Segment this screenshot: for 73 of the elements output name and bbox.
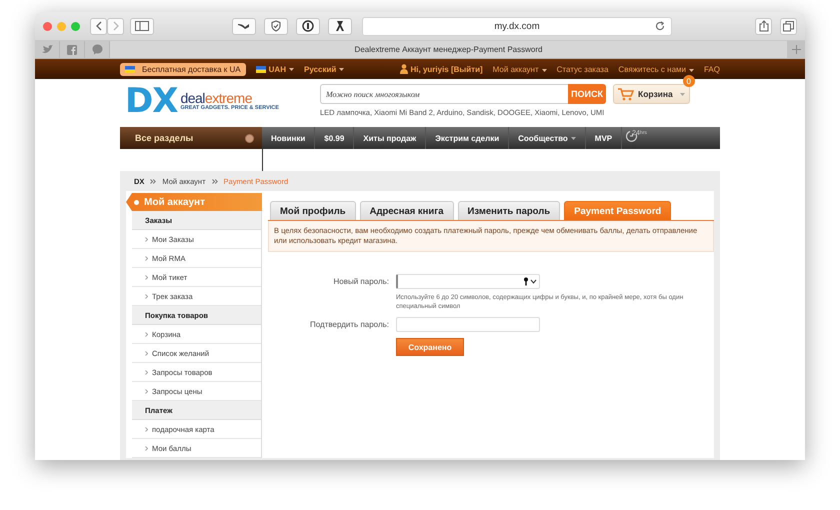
double-chevron-icon xyxy=(150,178,156,184)
double-chevron-icon xyxy=(212,178,218,184)
tab[interactable]: Адресная книга xyxy=(360,201,454,220)
nav-item[interactable]: MVP xyxy=(586,127,622,149)
selector-link[interactable]: Русский xyxy=(304,64,344,74)
extension-button[interactable] xyxy=(232,18,256,34)
nav-item[interactable]: Сообщество xyxy=(509,127,586,149)
top-link[interactable]: Статус заказа xyxy=(556,64,608,74)
plus-icon xyxy=(792,45,800,54)
password-button[interactable] xyxy=(296,18,320,34)
cart-icon xyxy=(618,88,634,100)
top-link[interactable]: FAQ xyxy=(704,64,720,74)
caret-icon xyxy=(339,68,344,70)
caret-icon xyxy=(688,68,694,72)
sidebar-title-banner: Мой аккаунт xyxy=(126,193,262,211)
greeting-link[interactable]: Hi, yuriyis [Выйти] xyxy=(400,64,483,74)
extension-button[interactable] xyxy=(328,18,352,34)
chevron-icon xyxy=(145,446,148,450)
bird-icon xyxy=(42,45,52,54)
shield-icon xyxy=(271,20,281,32)
caret-icon xyxy=(570,136,576,140)
chevron-icon xyxy=(145,370,148,374)
sidebar-icon xyxy=(135,21,149,31)
reload-icon[interactable] xyxy=(655,20,665,30)
share-icon xyxy=(758,20,768,32)
chevron-icon xyxy=(145,256,148,260)
all-sections-button[interactable]: Все разделы xyxy=(120,127,262,149)
chevron-icon xyxy=(145,388,148,394)
free-shipping-badge[interactable]: Бесплатная доставка к UA xyxy=(120,62,246,76)
password-field[interactable] xyxy=(396,317,540,332)
tab[interactable]: Изменить пароль xyxy=(458,201,560,220)
caret-icon xyxy=(542,68,547,72)
tabs-overview-button[interactable] xyxy=(780,18,797,34)
lock-circle-icon xyxy=(302,20,314,32)
field-label: Новый пароль: xyxy=(332,276,390,288)
nav-item[interactable]: $0.99 xyxy=(315,127,354,149)
tabs-icon xyxy=(783,20,794,32)
chevron-icon xyxy=(145,350,148,356)
address-bar[interactable]: my.dx.com xyxy=(362,16,672,36)
caret-icon xyxy=(288,68,294,70)
circle-icon xyxy=(245,134,254,142)
tab[interactable]: Мой профиль xyxy=(270,201,356,220)
chevron-icon xyxy=(145,294,148,298)
password-field[interactable] xyxy=(396,274,540,289)
nav-item[interactable]: Новинки xyxy=(262,127,316,149)
flag-icon xyxy=(125,66,135,72)
facebook-icon xyxy=(67,44,77,54)
shield-button[interactable] xyxy=(264,18,288,34)
back-button[interactable] xyxy=(90,18,107,34)
user-icon xyxy=(400,64,408,74)
cart-button[interactable]: Корзина xyxy=(613,84,690,104)
forward-icon xyxy=(112,21,120,31)
flag-icon xyxy=(256,66,266,72)
promo-text: Бесплатная доставка к UA xyxy=(142,64,241,74)
nav-item[interactable]: Экстрим сделки xyxy=(426,127,510,149)
nav-item[interactable]: Хиты продаж xyxy=(354,127,426,149)
chevron-icon xyxy=(145,274,148,280)
caret-icon xyxy=(680,92,685,96)
chevron-icon xyxy=(145,236,148,242)
chevron-icon xyxy=(145,332,148,336)
top-link[interactable]: Свяжитесь с нами xyxy=(618,64,694,74)
sidebar-button[interactable] xyxy=(130,18,154,34)
selector-link[interactable]: UAH xyxy=(256,64,294,74)
key-icon[interactable] xyxy=(523,277,537,286)
browser-tab[interactable]: Dealextreme Аккаунт менеджер-Payment Password xyxy=(110,41,787,58)
back-icon xyxy=(94,21,102,31)
chevron-icon xyxy=(145,426,148,432)
search-field[interactable]: Можно поиск многоязыком xyxy=(320,84,568,104)
url-text: my.dx.com xyxy=(494,20,540,32)
field-label: Подтвердить пароль: xyxy=(309,319,390,331)
chat-bubble-icon xyxy=(92,44,102,55)
share-button[interactable] xyxy=(755,18,772,34)
top-link[interactable]: Мой аккаунт xyxy=(492,64,547,74)
